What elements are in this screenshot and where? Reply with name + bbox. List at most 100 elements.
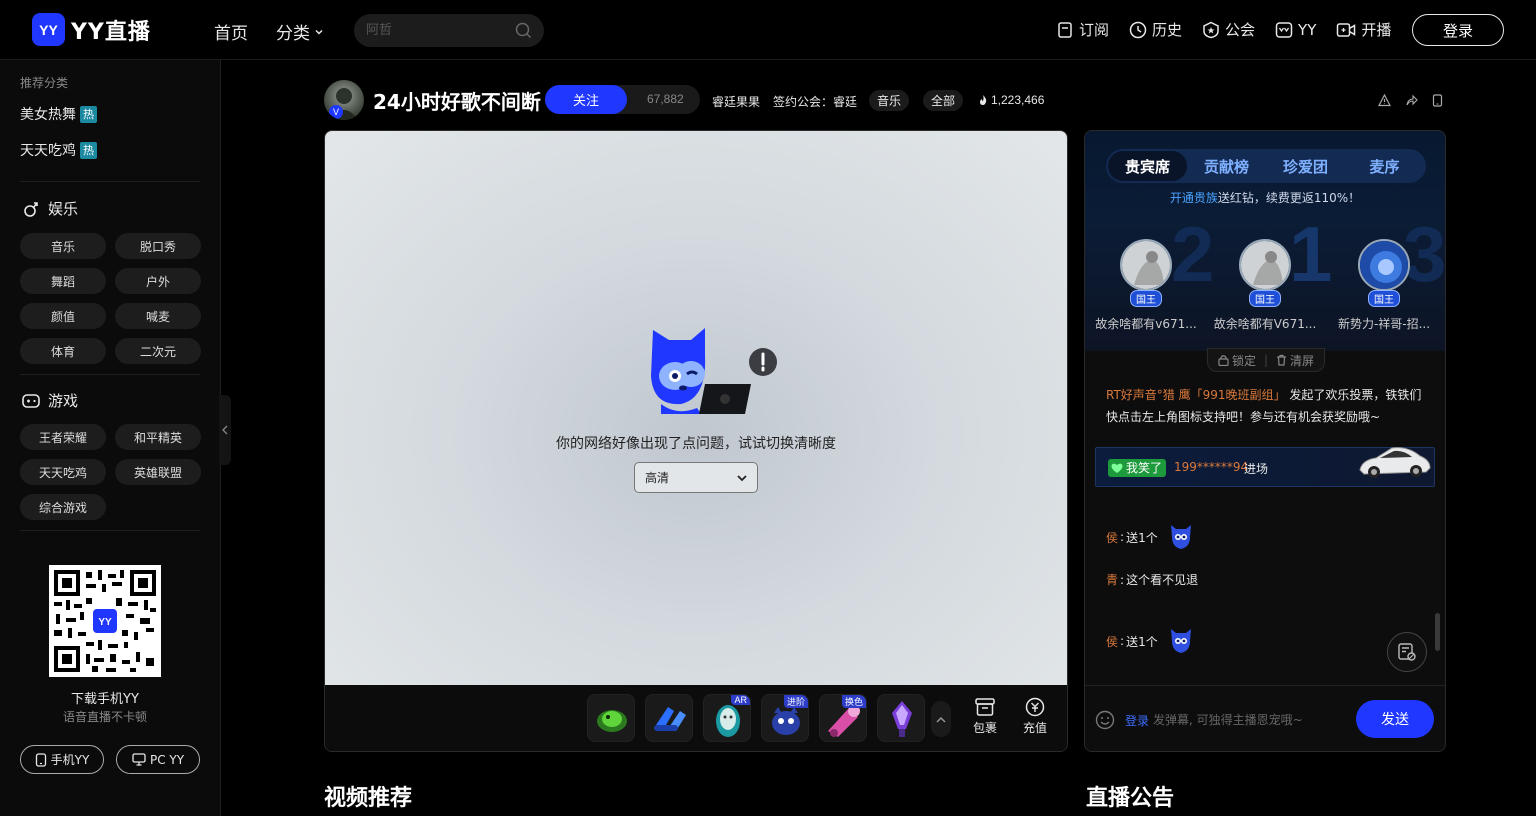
rank-user[interactable]: 国王 故余啥都有v671... <box>1087 239 1205 332</box>
category-chip[interactable]: 喊麦 <box>115 303 201 329</box>
category-chip[interactable]: 天天吃鸡 <box>20 459 106 485</box>
video-screen[interactable]: 你的网络好像出现了点问题，试试切换清晰度 高清 <box>325 131 1067 685</box>
gift-label: AR <box>731 695 750 705</box>
gift-item[interactable]: 换色 <box>819 694 867 742</box>
qr-label: YY <box>98 617 112 628</box>
tab-vip[interactable]: 贵宾席 <box>1108 151 1187 181</box>
toplink-broadcast[interactable]: 开播 <box>1336 19 1391 40</box>
king-badge: 国王 <box>1130 290 1162 307</box>
chat-input[interactable] <box>1153 708 1343 732</box>
broadcast-icon <box>1336 21 1356 39</box>
toplink-yy[interactable]: YY <box>1275 19 1316 40</box>
enter-user[interactable]: 199******94 <box>1174 460 1248 474</box>
category-chip[interactable]: 和平精英 <box>115 424 201 450</box>
category-chip[interactable]: 舞蹈 <box>20 268 106 294</box>
lock-button[interactable]: 锁定 <box>1218 352 1256 369</box>
pc-yy-button[interactable]: PC YY <box>116 745 200 774</box>
toplink-history[interactable]: 历史 <box>1129 19 1182 40</box>
tab-mic-queue[interactable]: 麦序 <box>1345 151 1424 181</box>
enter-notice: 我笑了 199******94 进场 <box>1095 447 1435 487</box>
gift-item[interactable]: 进阶 <box>761 694 809 742</box>
hot-badge: 热 <box>80 105 97 123</box>
side-panel: 贵宾席 贡献榜 珍爱团 麦序 开通贵族送红钻，续费更返110%！ 2 1 3 国… <box>1084 130 1446 752</box>
error-mascot <box>647 326 779 421</box>
chat-scrollbar[interactable] <box>1435 613 1440 651</box>
chevron-down-icon <box>737 474 747 482</box>
rank-user[interactable]: 国王 故余啥都有V671... <box>1206 239 1324 332</box>
gift-item[interactable] <box>645 694 693 742</box>
quality-select[interactable]: 高清 <box>634 462 758 493</box>
toplink-label: 公会 <box>1225 21 1256 39</box>
system-group[interactable]: 鹰「991晚班副组」 <box>1179 388 1286 402</box>
chat-user[interactable]: 侯 <box>1106 633 1118 650</box>
room-tag[interactable]: 音乐 <box>869 90 910 111</box>
category-chip[interactable]: 音乐 <box>20 233 106 259</box>
nav-category[interactable]: 分类 <box>276 19 324 44</box>
system-user[interactable]: RT好声音°猎 <box>1106 388 1175 402</box>
category-chip[interactable]: 二次元 <box>115 338 201 364</box>
gift-mascot-icon <box>1168 523 1194 551</box>
search-icon[interactable] <box>515 22 532 39</box>
promo-text: 送红钻，续费更返110%！ <box>1217 191 1361 205</box>
mobile-view-icon[interactable] <box>1432 94 1443 107</box>
category-chip[interactable]: 户外 <box>115 268 201 294</box>
search-input[interactable] <box>366 23 506 38</box>
recommend-label: 美女热舞 <box>20 107 76 123</box>
mobile-yy-button[interactable]: 手机YY <box>20 745 104 774</box>
logo[interactable]: YY YY直播 <box>32 13 151 46</box>
car-icon <box>1356 442 1432 482</box>
category-chip[interactable]: 综合游戏 <box>20 494 106 520</box>
anchor-name[interactable]: 睿廷果果 <box>712 93 760 110</box>
chat-login-link[interactable]: 登录 <box>1125 712 1149 729</box>
toplink-subscribe[interactable]: 订阅 <box>1056 19 1109 40</box>
gift-bar: AR 进阶 换色 包裹 充值 <box>325 685 1067 751</box>
recharge-button[interactable]: 充值 <box>1023 697 1047 736</box>
quality-value: 高清 <box>645 471 670 485</box>
toplink-guild[interactable]: 公会 <box>1202 19 1255 40</box>
sidebar: 推荐分类 美女热舞 热 天天吃鸡 热 娱乐 音乐 脱口秀 舞蹈 户外 颜值 喊麦… <box>0 60 221 816</box>
chat-filter-icon <box>1397 642 1417 662</box>
announcement-title: 直播公告 <box>1086 786 1175 811</box>
room-tag[interactable]: 全部 <box>923 90 964 111</box>
tab-fan-club[interactable]: 珍爱团 <box>1266 151 1345 181</box>
category-chip[interactable]: 王者荣耀 <box>20 424 106 450</box>
sidebar-collapse-handle[interactable] <box>219 395 231 465</box>
gift-item[interactable]: AR <box>703 694 751 742</box>
follow-button[interactable]: 关注 <box>545 85 627 114</box>
chat-text: 送1个 <box>1126 530 1158 545</box>
gift-item[interactable] <box>877 694 925 742</box>
gift-more-button[interactable] <box>931 701 951 737</box>
system-message: RT好声音°猎 鹰「991晚班副组」 发起了欢乐投票，铁铁们快点击左上角图标支持… <box>1106 384 1431 428</box>
chat-user[interactable]: 青 <box>1106 571 1118 588</box>
rank-user[interactable]: 国王 新势力-祥哥-招... <box>1325 239 1443 332</box>
recommend-item[interactable]: 美女热舞 热 <box>20 104 97 124</box>
category-chip[interactable]: 英雄联盟 <box>115 459 201 485</box>
tab-contribution[interactable]: 贡献榜 <box>1187 151 1266 181</box>
guild-name[interactable]: 签约公会：睿廷 <box>773 93 857 110</box>
heat-number: 1,223,466 <box>991 93 1045 107</box>
bag-button[interactable]: 包裹 <box>973 697 997 736</box>
category-chip[interactable]: 颜值 <box>20 303 106 329</box>
gift-item[interactable] <box>587 694 635 742</box>
section-title: 游戏 <box>48 392 79 410</box>
video-player: 你的网络好像出现了点问题，试试切换清晰度 高清 AR 进阶 换色 包裹 充值 <box>324 130 1068 752</box>
chat-list[interactable]: RT好声音°猎 鹰「991晚班副组」 发起了欢乐投票，铁铁们快点击左上角图标支持… <box>1085 375 1445 685</box>
bag-label: 包裹 <box>973 721 998 735</box>
report-icon[interactable] <box>1378 94 1391 107</box>
nav-category-label: 分类 <box>276 24 310 44</box>
anchor-avatar[interactable]: V <box>324 80 364 120</box>
noble-promo[interactable]: 开通贵族送红钻，续费更返110%！ <box>1085 189 1445 206</box>
chat-settings-button[interactable] <box>1387 632 1427 672</box>
chat-text: 送1个 <box>1126 634 1158 649</box>
recommend-item[interactable]: 天天吃鸡 热 <box>20 140 97 160</box>
send-button[interactable]: 发送 <box>1356 700 1434 738</box>
emoji-icon[interactable] <box>1095 710 1115 730</box>
chat-user[interactable]: 侯 <box>1106 529 1118 546</box>
share-icon[interactable] <box>1405 94 1418 107</box>
fan-badge: 我笑了 <box>1108 459 1167 477</box>
nav-home[interactable]: 首页 <box>214 19 248 44</box>
clear-button[interactable]: 清屏 <box>1276 352 1314 369</box>
login-button[interactable]: 登录 <box>1412 14 1504 46</box>
category-chip[interactable]: 脱口秀 <box>115 233 201 259</box>
category-chip[interactable]: 体育 <box>20 338 106 364</box>
